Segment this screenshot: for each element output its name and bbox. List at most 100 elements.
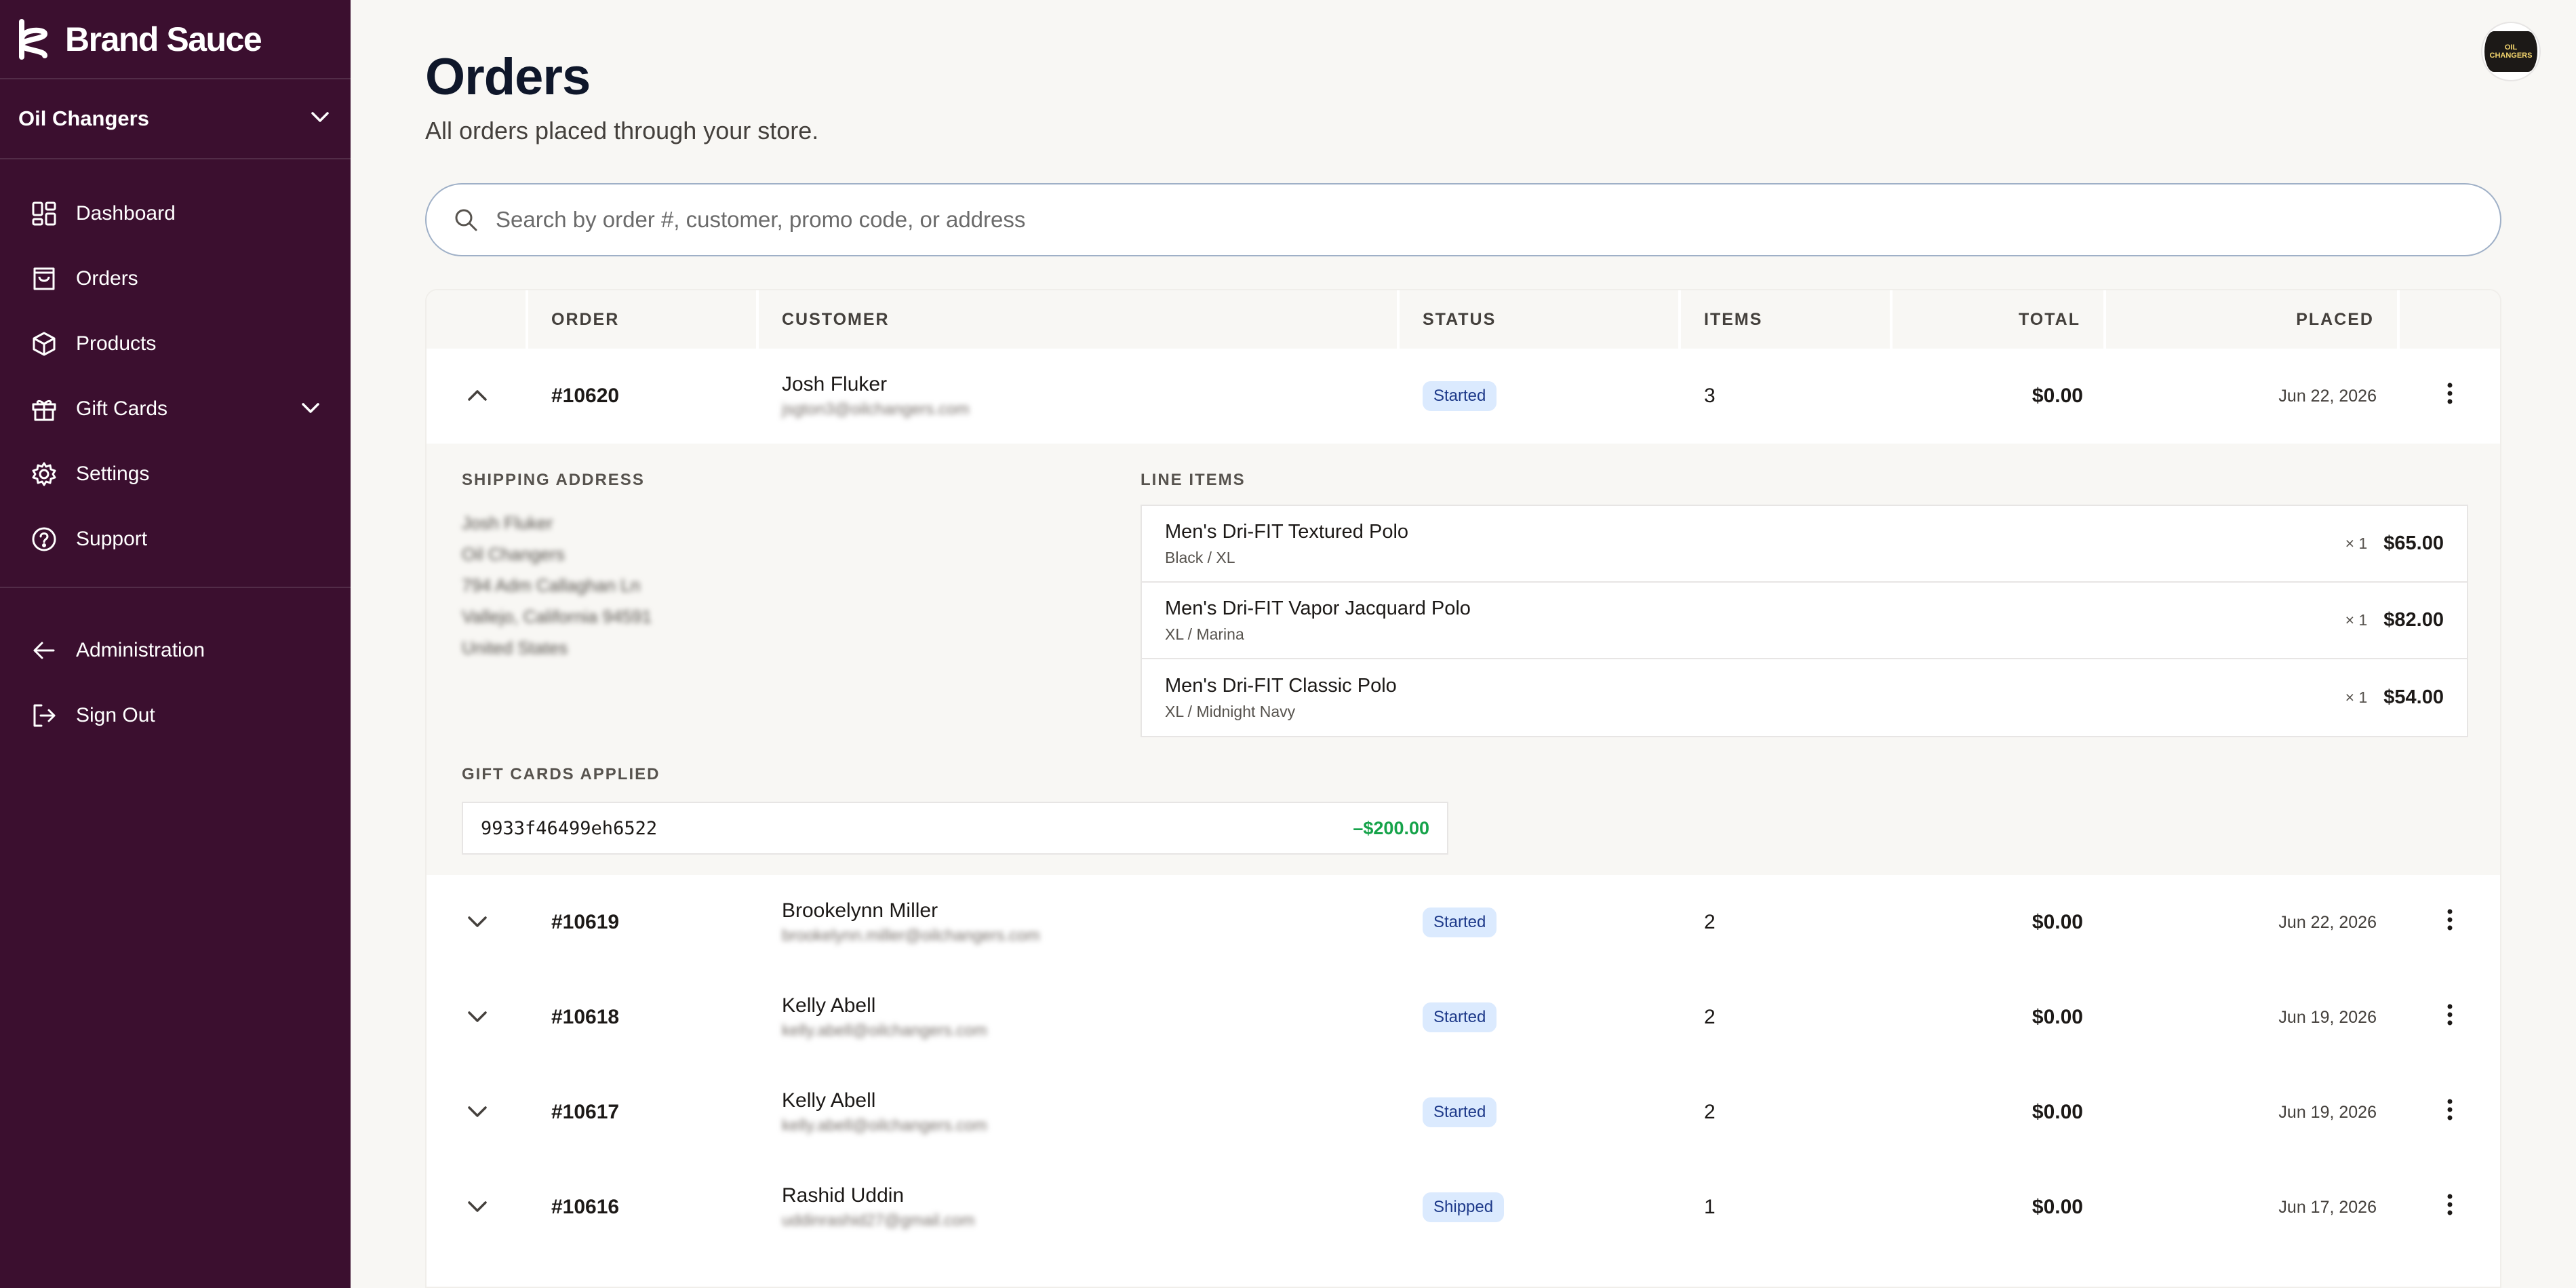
- line-item: Men's Dri-FIT Classic Polo XL / Midnight…: [1142, 659, 2467, 736]
- table-row[interactable]: #10616 Rashid Uddin uddinrashid27@gmail.…: [427, 1160, 2500, 1255]
- line-item-price: $54.00: [2383, 686, 2444, 708]
- sidebar-item-settings[interactable]: Settings: [0, 442, 351, 507]
- column-header-status[interactable]: STATUS: [1400, 290, 1681, 349]
- more-vertical-icon: [2446, 382, 2453, 410]
- items-count: 2: [1704, 1101, 1716, 1123]
- row-actions-button[interactable]: [2400, 1193, 2500, 1222]
- order-detail-panel: SHIPPING ADDRESS Josh Fluker Oil Changer…: [427, 444, 2500, 875]
- page-title: Orders: [425, 48, 591, 106]
- avatar-logo: OIL CHANGERS: [2484, 31, 2537, 72]
- sidebar-item-gift-cards[interactable]: Gift Cards: [0, 376, 351, 442]
- dashboard-icon: [30, 199, 58, 228]
- sidebar-item-administration[interactable]: Administration: [0, 618, 351, 683]
- gift-icon: [30, 395, 58, 423]
- shipping-address: Josh Fluker Oil Changers 794 Adm Callagh…: [462, 507, 652, 663]
- shopping-bag-icon: [30, 265, 58, 293]
- product-variant: XL / Marina: [1165, 625, 1244, 643]
- more-vertical-icon: [2446, 1193, 2453, 1222]
- order-total: $0.00: [2032, 1196, 2083, 1218]
- sidebar-item-dashboard[interactable]: Dashboard: [0, 181, 351, 246]
- address-line: Oil Changers: [462, 544, 565, 564]
- column-header-actions: [2400, 290, 2500, 349]
- chevron-down-icon: [310, 111, 330, 128]
- customer-cell: Josh Fluker jsgton3@oilchangers.com: [759, 373, 1400, 419]
- customer-email: brookelynn.miller@oilchangers.com: [782, 926, 1040, 945]
- chevron-down-icon: [467, 1101, 488, 1124]
- order-number[interactable]: #10616: [528, 1196, 759, 1219]
- line-item: Men's Dri-FIT Textured Polo Black / XL ×…: [1142, 506, 2467, 583]
- table-row[interactable]: #10618 Kelly Abell kelly.abell@oilchange…: [427, 970, 2500, 1065]
- box-icon: [30, 330, 58, 358]
- table-row[interactable]: #10620 Josh Fluker jsgton3@oilchangers.c…: [427, 349, 2500, 444]
- collapse-button[interactable]: [427, 385, 528, 408]
- row-actions-button[interactable]: [2400, 382, 2500, 410]
- row-actions-button[interactable]: [2400, 1098, 2500, 1127]
- order-number[interactable]: #10619: [528, 911, 759, 934]
- column-header-order[interactable]: ORDER: [528, 290, 759, 349]
- sidebar-item-products[interactable]: Products: [0, 311, 351, 376]
- row-actions-button[interactable]: [2400, 908, 2500, 937]
- store-name: Oil Changers: [18, 106, 149, 130]
- column-header-total[interactable]: TOTAL: [1893, 290, 2106, 349]
- table-row[interactable]: #10619 Brookelynn Miller brookelynn.mill…: [427, 875, 2500, 970]
- column-header-items[interactable]: ITEMS: [1681, 290, 1893, 349]
- brand[interactable]: Brand Sauce: [0, 0, 351, 79]
- sidebar-item-label: Products: [76, 332, 157, 355]
- row-actions-button[interactable]: [2400, 1003, 2500, 1032]
- more-vertical-icon: [2446, 908, 2453, 937]
- column-header-placed[interactable]: PLACED: [2106, 290, 2400, 349]
- product-variant: Black / XL: [1165, 548, 1235, 566]
- search-input[interactable]: [496, 207, 2500, 233]
- status-cell: Started: [1400, 381, 1681, 411]
- sidebar-item-support[interactable]: Support: [0, 507, 351, 572]
- customer-name: Kelly Abell: [782, 994, 876, 1017]
- placed-date: Jun 17, 2026: [2278, 1197, 2377, 1217]
- search-icon: [454, 206, 481, 233]
- line-items-list: Men's Dri-FIT Textured Polo Black / XL ×…: [1141, 505, 2468, 737]
- order-total: $0.00: [2032, 1006, 2083, 1028]
- status-badge: Started: [1423, 1097, 1497, 1127]
- orders-table: ORDER CUSTOMER STATUS ITEMS TOTAL PLACED…: [425, 289, 2501, 1288]
- sidebar: Brand Sauce Oil Changers Dashboard Order…: [0, 0, 351, 1288]
- sidebar-item-label: Settings: [76, 463, 150, 485]
- table-header: ORDER CUSTOMER STATUS ITEMS TOTAL PLACED: [427, 290, 2500, 349]
- column-header-customer[interactable]: CUSTOMER: [759, 290, 1400, 349]
- status-cell: Shipped: [1400, 1192, 1681, 1222]
- sidebar-item-sign-out[interactable]: Sign Out: [0, 683, 351, 748]
- order-number[interactable]: #10618: [528, 1006, 759, 1029]
- expand-button[interactable]: [427, 1196, 528, 1219]
- placed-date: Jun 22, 2026: [2278, 386, 2377, 406]
- customer-name: Rashid Uddin: [782, 1184, 905, 1207]
- address-line: United States: [462, 638, 568, 658]
- chevron-down-icon: [467, 911, 488, 934]
- order-total: $0.00: [2032, 385, 2083, 407]
- order-total: $0.00: [2032, 911, 2083, 933]
- expand-button[interactable]: [427, 911, 528, 934]
- brand-name: Brand Sauce: [65, 20, 262, 58]
- order-number[interactable]: #10617: [528, 1101, 759, 1124]
- order-number[interactable]: #10620: [528, 385, 759, 408]
- customer-cell: Kelly Abell kelly.abell@oilchangers.com: [759, 1089, 1400, 1135]
- placed-date: Jun 22, 2026: [2278, 912, 2377, 932]
- product-name: Men's Dri-FIT Vapor Jacquard Polo: [1165, 597, 1471, 619]
- sidebar-item-orders[interactable]: Orders: [0, 246, 351, 311]
- chevron-down-icon: [300, 397, 321, 421]
- store-switcher[interactable]: Oil Changers: [0, 79, 351, 159]
- main-content: OIL CHANGERS Orders All orders placed th…: [351, 0, 2576, 1288]
- search-bar[interactable]: [425, 183, 2501, 256]
- table-row[interactable]: #10617 Kelly Abell kelly.abell@oilchange…: [427, 1065, 2500, 1160]
- gift-card-code[interactable]: 9933f46499eh6522: [481, 818, 657, 839]
- line-item: Men's Dri-FIT Vapor Jacquard Polo XL / M…: [1142, 583, 2467, 659]
- product-variant: XL / Midnight Navy: [1165, 702, 1296, 720]
- address-line: Josh Fluker: [462, 513, 553, 533]
- status-badge: Started: [1423, 908, 1497, 937]
- sign-out-icon: [30, 701, 58, 730]
- expand-button[interactable]: [427, 1101, 528, 1124]
- sidebar-item-label: Support: [76, 528, 148, 550]
- status-cell: Started: [1400, 1002, 1681, 1032]
- avatar[interactable]: OIL CHANGERS: [2481, 22, 2541, 81]
- order-total: $0.00: [2032, 1101, 2083, 1123]
- arrow-left-icon: [30, 636, 58, 665]
- gift-cards-applied-label: GIFT CARDS APPLIED: [462, 765, 660, 783]
- expand-button[interactable]: [427, 1006, 528, 1029]
